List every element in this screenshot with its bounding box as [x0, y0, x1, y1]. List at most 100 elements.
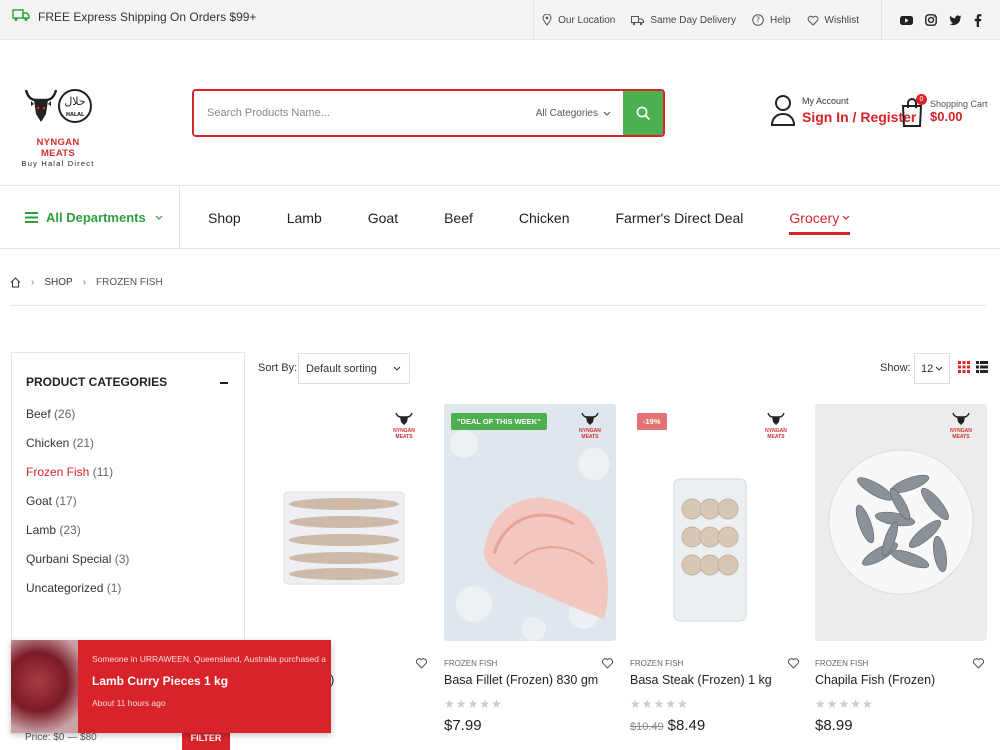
wishlist-label: Wishlist [824, 14, 859, 26]
nav-item-farmers-direct-deal[interactable]: Farmer's Direct Deal [616, 210, 744, 226]
deal-badge: "DEAL OF THIS WEEK" [451, 413, 547, 430]
brand-watermark-text: NYNGAN MEATS [950, 428, 972, 440]
same-day-delivery-link[interactable]: Same Day Delivery [623, 0, 744, 40]
category-item-lamb[interactable]: Lamb (23) [26, 523, 129, 552]
svg-text:?: ? [756, 16, 760, 25]
category-count: (17) [55, 494, 77, 508]
category-select[interactable]: All Categories [524, 108, 623, 119]
sort-select[interactable]: Default sorting [298, 353, 410, 384]
account-area[interactable]: My Account Sign In / Register [770, 94, 916, 126]
facebook-icon[interactable] [974, 13, 982, 27]
all-departments-button[interactable]: All Departments [0, 186, 180, 249]
product-category[interactable]: FROZEN FISH [630, 659, 802, 668]
our-location-link[interactable]: Our Location [533, 0, 623, 40]
product-category[interactable]: FROZEN FISH [444, 659, 616, 668]
shopping-cart[interactable]: 0 Shopping Cart $0.00 [900, 94, 988, 128]
nav-item-grocery-label: Grocery [789, 209, 840, 226]
category-count: (1) [106, 581, 122, 595]
social-links [881, 0, 1000, 40]
heart-icon [807, 15, 818, 26]
view-toggle [958, 361, 988, 373]
product-image[interactable]: "DEAL OF THIS WEEK" NYNGAN MEATS [444, 404, 616, 641]
help-link[interactable]: ? Help [744, 0, 799, 40]
same-day-delivery-label: Same Day Delivery [650, 14, 736, 26]
product-image[interactable]: NYNGAN MEATS [815, 404, 987, 641]
category-item-uncategorized[interactable]: Uncategorized (1) [26, 581, 129, 610]
wishlist-link[interactable]: Wishlist [799, 0, 881, 40]
bull-logo-icon [581, 412, 599, 425]
divider [10, 305, 986, 306]
product-name[interactable]: Basa Steak (Frozen) 1 kg [630, 673, 802, 687]
twitter-icon[interactable] [949, 14, 962, 26]
product-category[interactable]: FROZEN FISH [815, 659, 987, 668]
grid-view-icon[interactable] [958, 361, 970, 373]
nav-item-goat[interactable]: Goat [368, 210, 398, 226]
delivery-truck-icon [631, 15, 645, 25]
category-item-frozen-fish[interactable]: Frozen Fish (11) [26, 465, 129, 494]
bull-logo-icon [395, 412, 413, 425]
logo-name: NYNGAN MEATS [36, 137, 80, 159]
old-price: $10.49 [630, 721, 664, 733]
search-bar: All Categories [192, 89, 665, 137]
popup-time: About 11 hours ago [92, 698, 166, 708]
youtube-icon[interactable] [900, 15, 913, 26]
nav-item-grocery[interactable]: Grocery [789, 209, 851, 235]
recent-purchase-popup[interactable]: Someone in URRAWEEN, Queensland, Austral… [11, 640, 331, 733]
brand-watermark: NYNGAN MEATS [943, 412, 979, 440]
product-name[interactable]: Basa Fillet (Frozen) 830 gm [444, 673, 616, 687]
bull-logo-icon [952, 412, 970, 425]
category-name: Beef [26, 407, 51, 421]
search-input[interactable] [194, 91, 524, 135]
site-logo[interactable]: حلال HALAL NYNGAN MEATS Buy Halal Direct [20, 84, 96, 168]
category-count: (11) [92, 465, 114, 479]
category-name: Lamb [26, 523, 57, 537]
product-card[interactable]: -19% NYNGAN MEATS FROZEN FISH Basa Steak… [630, 404, 802, 734]
product-price: $8.99 [815, 717, 853, 734]
help-circle-icon: ? [752, 14, 764, 26]
popup-product-name[interactable]: Lamb Curry Pieces 1 kg [92, 674, 326, 688]
hamburger-menu-icon [25, 212, 38, 223]
menu-items: Shop Lamb Goat Beef Chicken Farmer's Dir… [208, 186, 896, 249]
category-item-beef[interactable]: Beef (26) [26, 407, 129, 436]
instagram-icon[interactable] [925, 14, 937, 26]
chevron-down-icon [393, 366, 401, 371]
shipping-notice: FREE Express Shipping On Orders $99+ [12, 8, 256, 25]
show-label: Show: [880, 362, 911, 374]
product-image[interactable]: NYNGAN MEATS [258, 404, 430, 641]
nav-item-shop[interactable]: Shop [208, 210, 241, 226]
all-departments-label: All Departments [46, 210, 146, 225]
heart-icon[interactable] [415, 657, 428, 669]
product-name[interactable]: Chapila Fish (Frozen) [815, 673, 987, 687]
chevron-down-icon [603, 111, 611, 116]
top-links: Our Location Same Day Delivery ? Help Wi… [533, 0, 1000, 40]
collapse-icon[interactable] [220, 382, 228, 384]
nav-item-chicken[interactable]: Chicken [519, 210, 570, 226]
nav-item-lamb[interactable]: Lamb [287, 210, 322, 226]
sort-select-value: Default sorting [306, 362, 377, 375]
search-button[interactable] [623, 91, 663, 135]
product-card[interactable]: NYNGAN MEATS FROZEN FISH Chapila Fish (F… [815, 404, 987, 734]
per-page-select[interactable]: 12 [914, 353, 950, 384]
our-location-label: Our Location [558, 14, 616, 26]
location-pin-icon [542, 14, 552, 26]
logo-tagline: Buy Halal Direct [21, 159, 95, 168]
category-item-qurbani-special[interactable]: Qurbani Special (3) [26, 552, 129, 581]
cart-count-badge: 0 [916, 94, 927, 105]
category-item-chicken[interactable]: Chicken (21) [26, 436, 129, 465]
main-nav: All Departments Shop Lamb Goat Beef Chic… [0, 185, 1000, 249]
breadcrumb: › SHOP › FROZEN FISH [10, 277, 163, 288]
list-view-icon[interactable] [976, 361, 988, 373]
heart-icon[interactable] [787, 657, 800, 669]
rating-stars: ★★★★★ [630, 697, 689, 711]
category-item-goat[interactable]: Goat (17) [26, 494, 129, 523]
chevron-down-icon [842, 215, 850, 220]
heart-icon[interactable] [972, 657, 985, 669]
product-image[interactable]: -19% NYNGAN MEATS [630, 404, 802, 641]
nav-item-beef[interactable]: Beef [444, 210, 473, 226]
home-icon[interactable] [10, 277, 21, 288]
per-page-value: 12 [921, 362, 934, 375]
breadcrumb-shop[interactable]: SHOP [44, 277, 72, 288]
product-card[interactable]: "DEAL OF THIS WEEK" NYNGAN MEATS FROZEN … [444, 404, 616, 734]
heart-icon[interactable] [601, 657, 614, 669]
cart-total: $0.00 [930, 108, 963, 124]
